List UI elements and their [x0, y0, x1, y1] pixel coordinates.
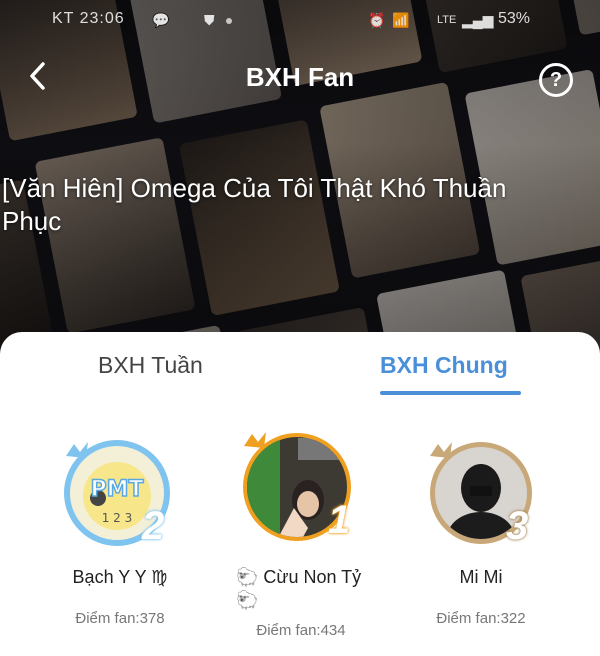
network-type: LTE: [437, 14, 457, 26]
tab-overall-ranking[interactable]: BXH Chung: [380, 352, 508, 379]
alarm-icon: ⏰: [368, 12, 386, 28]
question-circle-icon: ?: [549, 68, 563, 91]
notification-dot-icon: [226, 18, 232, 24]
rank-number: 2: [142, 504, 165, 548]
fan-name-rank-3[interactable]: Mi Mi: [396, 566, 566, 589]
fan-score-rank-2: Điểm fan:378: [75, 610, 165, 627]
novel-title: [Văn Hiên] Omega Của Tôi Thật Khó Thuần …: [2, 173, 507, 236]
ranking-panel: BXH Tuần BXH Chung PMT 1 2 3 2 Bạch Y Y …: [0, 332, 600, 656]
active-tab-indicator: [380, 391, 521, 395]
help-button[interactable]: ?: [539, 63, 573, 97]
fan-name-rank-1[interactable]: 🐑 Cừu Non Tỷ 🐑: [236, 566, 366, 612]
notification-icon: 💬: [152, 12, 170, 28]
battery-percent: 53%: [498, 10, 531, 27]
page-title: BXH Fan: [245, 62, 355, 92]
fan-score-rank-1: Điểm fan:434: [256, 622, 346, 639]
status-time: KT 23:06: [52, 10, 125, 27]
fan-avatar-rank-3[interactable]: 3: [426, 438, 536, 548]
svg-text:1 2 3: 1 2 3: [102, 511, 133, 525]
wifi-icon: 📶: [392, 12, 410, 28]
tab-weekly-ranking[interactable]: BXH Tuần: [98, 352, 203, 379]
rank-number: 1: [328, 498, 351, 542]
status-bar: KT 23:06 💬 ⛊ ⏰ 📶 LTE ▂▄▆ 53%: [0, 6, 600, 34]
fan-name-rank-2[interactable]: Bạch Y Y ♍: [35, 566, 205, 589]
shield-icon: ⛊: [204, 12, 215, 28]
fan-avatar-rank-2[interactable]: PMT 1 2 3 2: [62, 438, 172, 548]
svg-text:PMT: PMT: [90, 477, 143, 502]
fan-avatar-rank-1[interactable]: 1: [238, 428, 356, 546]
signal-icon: ▂▄▆: [462, 12, 494, 28]
rank-number: 3: [506, 504, 529, 548]
fan-score-rank-3: Điểm fan:322: [436, 610, 526, 627]
